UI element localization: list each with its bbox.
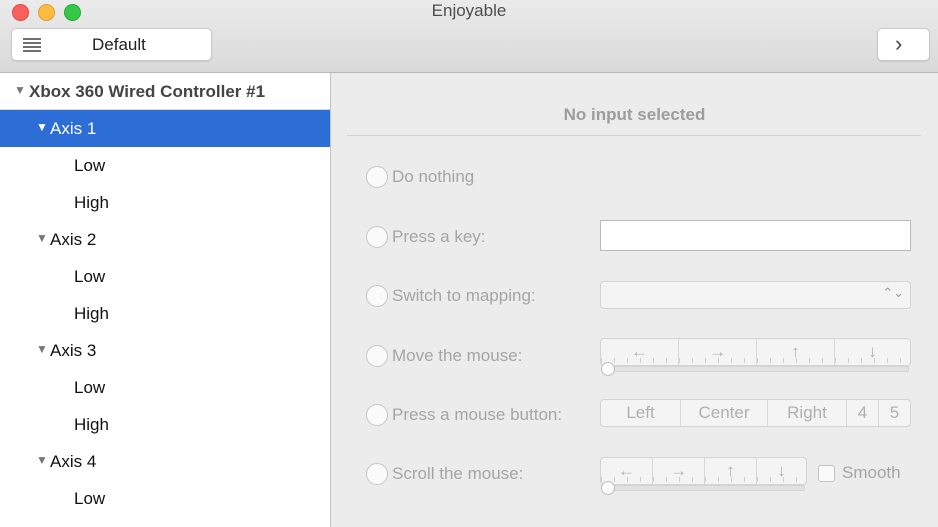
window-title: Enjoyable xyxy=(431,1,507,20)
direction-label: Low xyxy=(74,378,106,397)
mouse-button-right[interactable]: Right xyxy=(768,400,847,426)
option-label: Press a key: xyxy=(392,227,486,246)
option-label: Switch to mapping: xyxy=(392,286,536,305)
move-up-segment[interactable]: ↑ xyxy=(757,339,835,365)
axis-label: Axis 3 xyxy=(50,341,97,360)
radio-scroll-mouse[interactable] xyxy=(366,463,388,485)
key-capture-field[interactable] xyxy=(600,220,911,251)
option-label: Move the mouse: xyxy=(392,346,523,365)
option-label: Do nothing xyxy=(392,167,475,186)
option-label: Scroll the mouse: xyxy=(392,464,524,483)
tree-row-controller[interactable]: ▼ Xbox 360 Wired Controller #1 xyxy=(0,73,330,110)
scroll-direction-control[interactable]: ← → ↑ ↓ xyxy=(600,457,807,485)
mouse-button-left[interactable]: Left xyxy=(601,400,681,426)
scroll-down-segment[interactable]: ↓ xyxy=(757,458,806,484)
mapping-name: Default xyxy=(92,35,146,54)
direction-label: High xyxy=(74,193,109,212)
divider xyxy=(347,135,921,136)
status-message: No input selected xyxy=(563,105,706,124)
scroll-speed-slider-knob[interactable] xyxy=(601,481,615,495)
axis-label: Axis 1 xyxy=(50,119,97,138)
scroll-up-segment[interactable]: ↑ xyxy=(705,458,757,484)
mouse-button-4[interactable]: 4 xyxy=(847,400,879,426)
move-right-segment[interactable]: → xyxy=(679,339,757,365)
direction-label: Low xyxy=(74,489,106,508)
radio-move-mouse[interactable] xyxy=(366,345,388,367)
mapping-popup[interactable]: ⌃⌄ xyxy=(600,281,911,309)
tree-row-axis-1[interactable]: ▼ Axis 1 xyxy=(0,110,330,147)
tree-row-axis-2[interactable]: ▼ Axis 2 xyxy=(0,221,330,258)
disclosure-triangle-icon[interactable]: ▼ xyxy=(14,83,26,97)
controller-label: Xbox 360 Wired Controller #1 xyxy=(29,82,266,101)
radio-press-mouse-button[interactable] xyxy=(366,404,388,426)
input-tree[interactable]: ▼ Xbox 360 Wired Controller #1 ▼ Axis 1 … xyxy=(0,73,331,527)
scroll-right-segment[interactable]: → xyxy=(653,458,705,484)
move-speed-slider[interactable] xyxy=(602,366,909,372)
move-speed-slider-knob[interactable] xyxy=(601,362,615,376)
option-label: Press a mouse button: xyxy=(392,405,563,424)
chevron-right-icon: › xyxy=(895,31,903,56)
disclosure-triangle-icon[interactable]: ▼ xyxy=(36,231,48,245)
mouse-button-5[interactable]: 5 xyxy=(879,400,910,426)
axis-label: Axis 2 xyxy=(50,230,97,249)
checkbox-box[interactable] xyxy=(818,465,835,482)
tree-row-axis-3[interactable]: ▼ Axis 3 xyxy=(0,332,330,369)
tree-row-axis-3-low[interactable]: Low xyxy=(0,369,330,406)
direction-label: High xyxy=(74,304,109,323)
mouse-button-center[interactable]: Center xyxy=(681,400,768,426)
tree-row-axis-4[interactable]: ▼ Axis 4 xyxy=(0,443,330,480)
move-down-segment[interactable]: ↓ xyxy=(835,339,910,365)
radio-press-key[interactable] xyxy=(366,226,388,248)
list-icon xyxy=(23,38,41,54)
tree-row-axis-1-high[interactable]: High xyxy=(0,184,330,221)
tree-row-axis-1-low[interactable]: Low xyxy=(0,147,330,184)
title-bar: Enjoyable Default › xyxy=(0,0,938,73)
direction-label: High xyxy=(74,415,109,434)
scroll-speed-slider[interactable] xyxy=(602,485,805,491)
tree-row-axis-2-low[interactable]: Low xyxy=(0,258,330,295)
move-direction-control[interactable]: ← → ↑ ↓ xyxy=(600,338,911,366)
direction-label: Low xyxy=(74,156,106,175)
disclosure-triangle-icon[interactable]: ▼ xyxy=(36,453,48,467)
tree-row-axis-4-low[interactable]: Low xyxy=(0,480,330,517)
updown-arrows-icon: ⌃⌄ xyxy=(882,285,904,300)
disclosure-triangle-icon[interactable]: ▼ xyxy=(36,120,48,134)
mouse-button-control[interactable]: Left Center Right 4 5 xyxy=(600,399,911,427)
radio-switch-mapping[interactable] xyxy=(366,285,388,307)
mapping-selector-button[interactable]: Default xyxy=(11,28,212,61)
direction-label: Low xyxy=(74,267,106,286)
disclosure-triangle-icon[interactable]: ▼ xyxy=(36,342,48,356)
action-panel: No input selected Do nothing Press a key… xyxy=(331,73,938,527)
tree-row-axis-2-high[interactable]: High xyxy=(0,295,330,332)
axis-label: Axis 4 xyxy=(50,452,97,471)
smooth-label: Smooth xyxy=(842,463,901,482)
move-left-segment[interactable]: ← xyxy=(601,339,679,365)
next-button[interactable]: › xyxy=(877,28,930,61)
radio-do-nothing[interactable] xyxy=(366,166,388,188)
tree-row-axis-3-high[interactable]: High xyxy=(0,406,330,443)
